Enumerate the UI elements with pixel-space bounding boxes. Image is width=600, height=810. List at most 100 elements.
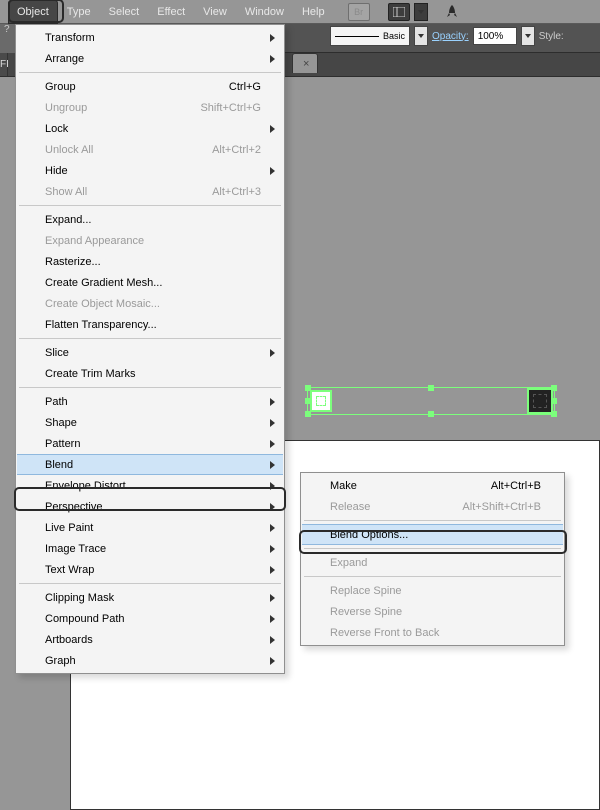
object-menu-item-shape[interactable]: Shape [17, 412, 283, 433]
blend-menu-item-reverse-spine: Reverse Spine [302, 601, 563, 622]
menu-window[interactable]: Window [236, 0, 293, 24]
menu-item-label: Perspective [45, 501, 102, 513]
menu-select[interactable]: Select [100, 0, 149, 24]
submenu-arrow-icon [270, 503, 275, 511]
submenu-arrow-icon [270, 34, 275, 42]
gpu-rocket-icon[interactable] [442, 3, 462, 21]
opacity-input[interactable]: 100% [473, 27, 517, 45]
selection-handle[interactable] [428, 385, 434, 391]
selected-object-dark[interactable] [527, 388, 553, 414]
object-menu-item-create-gradient-mesh[interactable]: Create Gradient Mesh... [17, 272, 283, 293]
menu-item-label: Expand [330, 557, 367, 569]
object-menu-item-path[interactable]: Path [17, 391, 283, 412]
menu-item-label: Blend Options... [330, 529, 408, 541]
submenu-arrow-icon [270, 55, 275, 63]
selected-object-light[interactable] [310, 390, 332, 412]
menu-item-label: Group [45, 81, 76, 93]
stroke-style-label: Basic [383, 31, 405, 41]
menu-item-label: Release [330, 501, 370, 513]
object-menu-item-hide[interactable]: Hide [17, 160, 283, 181]
opacity-dropdown[interactable] [521, 26, 535, 46]
menu-item-shortcut: Alt+Ctrl+B [491, 480, 541, 492]
document-tab[interactable]: × [292, 53, 318, 73]
menu-separator [304, 548, 561, 549]
object-menu-item-compound-path[interactable]: Compound Path [17, 608, 283, 629]
menu-item-label: Expand... [45, 214, 91, 226]
menu-item-label: Envelope Distort [45, 480, 126, 492]
blend-menu-item-blend-options[interactable]: Blend Options... [302, 524, 563, 545]
menu-object[interactable]: Object [8, 0, 58, 24]
menu-separator [304, 576, 561, 577]
object-menu-item-live-paint[interactable]: Live Paint [17, 517, 283, 538]
submenu-arrow-icon [270, 398, 275, 406]
selection-handle[interactable] [428, 411, 434, 417]
submenu-arrow-icon [270, 636, 275, 644]
arrange-documents-dropdown[interactable] [414, 3, 428, 21]
menu-separator [19, 205, 281, 206]
blend-submenu-dropdown: MakeAlt+Ctrl+BReleaseAlt+Shift+Ctrl+BBle… [300, 472, 565, 646]
menu-item-label: Clipping Mask [45, 592, 114, 604]
object-menu-item-ungroup: Ungroup Shift+Ctrl+G [17, 97, 283, 118]
object-menu-item-clipping-mask[interactable]: Clipping Mask [17, 587, 283, 608]
menu-item-label: Transform [45, 32, 95, 44]
menu-item-shortcut: Alt+Ctrl+3 [212, 186, 261, 198]
object-menu-item-graph[interactable]: Graph [17, 650, 283, 671]
object-menu-item-group[interactable]: Group Ctrl+G [17, 76, 283, 97]
object-menu-item-unlock-all: Unlock All Alt+Ctrl+2 [17, 139, 283, 160]
menu-help[interactable]: Help [293, 0, 334, 24]
selection-bounds [307, 387, 555, 415]
menu-item-label: Shape [45, 417, 77, 429]
arrange-documents-icon[interactable] [388, 3, 410, 21]
object-menu-item-rasterize[interactable]: Rasterize... [17, 251, 283, 272]
menu-item-label: Live Paint [45, 522, 93, 534]
submenu-arrow-icon [270, 482, 275, 490]
menu-item-label: Flatten Transparency... [45, 319, 157, 331]
object-menu-item-transform[interactable]: Transform [17, 27, 283, 48]
menu-item-label: Create Trim Marks [45, 368, 135, 380]
stroke-style-select[interactable]: Basic [330, 26, 410, 46]
object-menu-item-text-wrap[interactable]: Text Wrap [17, 559, 283, 580]
submenu-arrow-icon [270, 349, 275, 357]
menu-item-label: Replace Spine [330, 585, 402, 597]
menu-item-label: Create Gradient Mesh... [45, 277, 162, 289]
menu-item-label: Hide [45, 165, 68, 177]
blend-menu-item-make[interactable]: Make Alt+Ctrl+B [302, 475, 563, 496]
object-menu-item-envelope-distort[interactable]: Envelope Distort [17, 475, 283, 496]
menu-view[interactable]: View [194, 0, 236, 24]
object-menu-item-pattern[interactable]: Pattern [17, 433, 283, 454]
submenu-arrow-icon [270, 594, 275, 602]
menu-type[interactable]: Type [58, 0, 100, 24]
blend-menu-item-reverse-front-to-back: Reverse Front to Back [302, 622, 563, 643]
menu-item-label: Slice [45, 347, 69, 359]
menu-item-label: Pattern [45, 438, 80, 450]
stroke-style-dropdown[interactable] [414, 26, 428, 46]
bridge-icon[interactable]: Br [348, 3, 370, 21]
menu-item-shortcut: Ctrl+G [229, 81, 261, 93]
object-menu-item-image-trace[interactable]: Image Trace [17, 538, 283, 559]
menu-item-label: Unlock All [45, 144, 93, 156]
menu-effect[interactable]: Effect [148, 0, 194, 24]
menu-item-label: Make [330, 480, 357, 492]
object-menu-item-artboards[interactable]: Artboards [17, 629, 283, 650]
object-menu-item-arrange[interactable]: Arrange [17, 48, 283, 69]
object-menu-item-create-trim-marks[interactable]: Create Trim Marks [17, 363, 283, 384]
object-menu-dropdown: Transform Arrange Group Ctrl+G Ungroup Shift+… [15, 24, 285, 674]
menu-separator [19, 387, 281, 388]
opacity-label[interactable]: Opacity: [432, 31, 469, 42]
object-menu-item-expand[interactable]: Expand... [17, 209, 283, 230]
object-menu-item-expand-appearance: Expand Appearance [17, 230, 283, 251]
menu-separator [19, 72, 281, 73]
menu-item-label: Ungroup [45, 102, 87, 114]
object-menu-item-blend[interactable]: Blend [17, 454, 283, 475]
object-menu-item-lock[interactable]: Lock [17, 118, 283, 139]
menu-item-shortcut: Alt+Ctrl+2 [212, 144, 261, 156]
menu-item-label: Expand Appearance [45, 235, 144, 247]
object-menu-item-perspective[interactable]: Perspective [17, 496, 283, 517]
object-menu-item-slice[interactable]: Slice [17, 342, 283, 363]
menu-item-label: Create Object Mosaic... [45, 298, 160, 310]
menu-item-shortcut: Shift+Ctrl+G [200, 102, 261, 114]
close-tab-icon[interactable]: × [303, 58, 309, 70]
menu-item-label: Lock [45, 123, 68, 135]
menu-item-label: Arrange [45, 53, 84, 65]
object-menu-item-flatten-transparency[interactable]: Flatten Transparency... [17, 314, 283, 335]
